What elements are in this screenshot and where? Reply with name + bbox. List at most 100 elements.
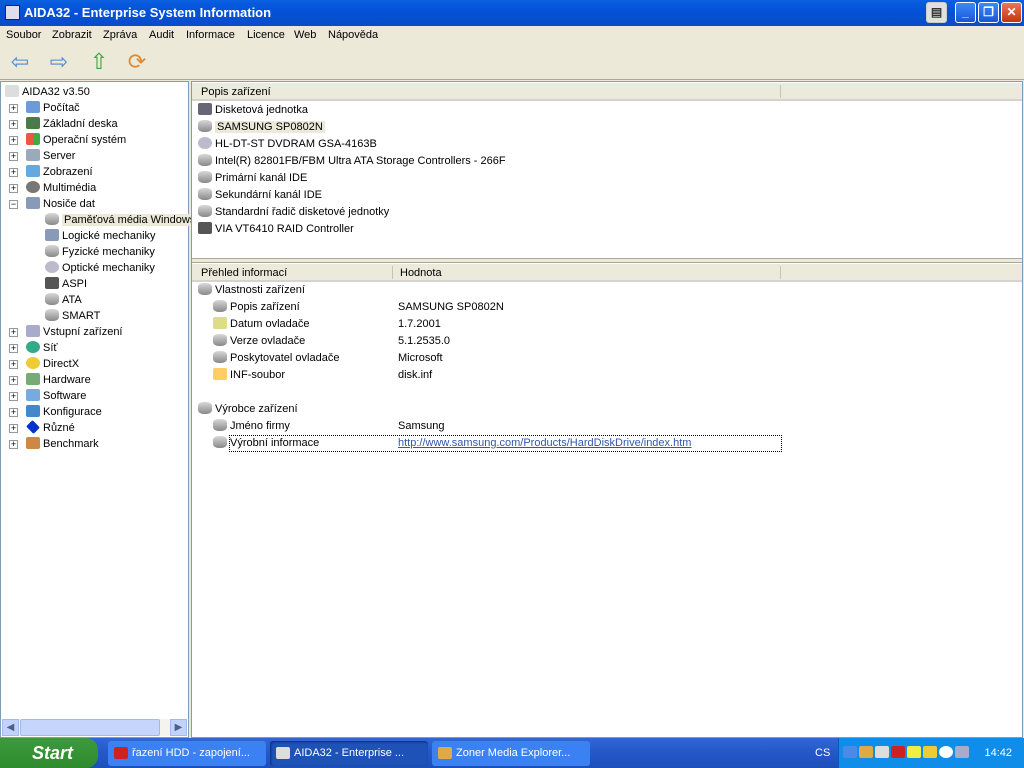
expand-button[interactable]: + [9,136,18,145]
tree-root[interactable]: AIDA32 v3.50 [5,84,90,100]
details-row[interactable]: Datum ovladače [213,316,310,333]
menu-1[interactable]: Zobrazit [52,29,92,41]
device-label: SAMSUNG SP0802N [215,121,325,133]
taskbar-button[interactable]: Zoner Media Explorer... [432,741,590,766]
language-indicator[interactable]: CS [815,747,830,759]
forward-arrow-icon[interactable]: ⇨ [45,51,73,75]
collapse-button[interactable]: − [9,200,18,209]
device-list-item[interactable]: Intel(R) 82801FB/FBM Ultra ATA Storage C… [198,153,506,170]
tree-item[interactable]: DirectX [26,356,79,372]
chevron-icon[interactable] [843,746,857,758]
up-arrow-icon[interactable]: ⇧ [85,51,113,75]
expand-button[interactable]: + [9,152,18,161]
back-arrow-icon[interactable]: ⇦ [6,51,34,75]
diamond-icon [26,420,40,434]
tree-item[interactable]: Vstupní zařízení [26,324,123,340]
tree-item-label: Benchmark [43,438,99,450]
close-button[interactable]: ✕ [1001,2,1022,23]
menu-6[interactable]: Web [294,29,316,41]
device-label: Standardní řadič disketové jednotky [215,206,390,218]
tree-item[interactable]: Konfigurace [26,404,102,420]
details-group[interactable]: Výrobce zařízení [198,401,298,418]
tree-item[interactable]: Hardware [26,372,91,388]
expand-button[interactable]: + [9,184,18,193]
device-list-item[interactable]: Standardní řadič disketové jednotky [198,204,389,221]
xsearch-icon[interactable] [907,746,921,758]
navigation-tree: AIDA32 v3.50 + Počítač + Základní deska + Oper… [0,81,198,738]
tree-item[interactable]: Základní deska [26,116,118,132]
details-row[interactable]: Poskytovatel ovladače [213,350,339,367]
network-icon[interactable] [939,746,953,758]
details-row[interactable]: INF-soubor [213,367,285,384]
details-row[interactable]: Popis zařízení [213,299,300,316]
details-row[interactable]: Verze ovladače [213,333,305,350]
scroll-right-button[interactable]: ▶ [170,719,187,736]
taskbar-button[interactable]: řazení HDD - zapojení... [108,741,266,766]
menu-0[interactable]: Soubor [6,29,41,41]
tree-item[interactable]: Různé [26,420,75,436]
start-button[interactable]: Start [0,738,98,768]
manufacturer-link[interactable]: http://www.samsung.com/Products/HardDisk… [398,435,691,452]
expand-button[interactable]: + [9,408,18,417]
expand-button[interactable]: + [9,344,18,353]
tree-item[interactable]: ASPI [45,276,87,292]
maximize-button[interactable]: ❐ [978,2,999,23]
tree-item[interactable]: Optické mechaniky [45,260,155,276]
column-header-device[interactable]: Popis zařízení [201,86,271,98]
tree-item[interactable]: Server [26,148,75,164]
device-list-item[interactable]: Disketová jednotka [198,102,308,119]
expand-button[interactable]: + [9,424,18,433]
column-header-field[interactable]: Přehled informací [201,267,287,279]
details-row[interactable]: Jméno firmy [213,418,290,435]
device-list-item[interactable]: Primární kanál IDE [198,170,307,187]
tree-item[interactable]: Fyzické mechaniky [45,244,155,260]
device-list-item[interactable]: Sekundární kanál IDE [198,187,322,204]
tree-item-label: DirectX [43,358,80,370]
tree-item-label: Konfigurace [43,406,102,418]
expand-button[interactable]: + [9,104,18,113]
tree-item[interactable]: Operační systém [26,132,126,148]
tree-item[interactable]: Počítač [26,100,80,116]
expand-button[interactable]: + [9,392,18,401]
tree-item[interactable]: Nosiče dat [26,196,95,212]
device-list-item[interactable]: HL-DT-ST DVDRAM GSA-4163B [198,136,377,153]
tree-item[interactable]: Logické mechaniky [45,228,156,244]
notes-icon[interactable] [923,746,937,758]
scroll-thumb[interactable] [20,719,160,736]
panel-splitter[interactable] [192,258,1022,263]
device-list-item[interactable]: SAMSUNG SP0802N [198,119,325,136]
tree-item[interactable]: Multimédia [26,180,96,196]
expand-button[interactable]: + [9,168,18,177]
expand-button[interactable]: + [9,440,18,449]
expand-button[interactable]: + [9,328,18,337]
tree-item[interactable]: Benchmark [26,436,99,452]
refresh-icon[interactable]: ⟳ [123,51,151,75]
menu-7[interactable]: Nápověda [328,29,378,41]
column-header-value[interactable]: Hodnota [400,267,442,279]
tree-item[interactable]: Paměťová média Windows [45,212,198,228]
device-list-item[interactable]: VIA VT6410 RAID Controller [198,221,354,238]
tree-item[interactable]: Zobrazení [26,164,93,180]
aida-icon[interactable] [859,746,873,758]
scroll-left-button[interactable]: ◀ [2,719,19,736]
menu-5[interactable]: Licence [247,29,285,41]
tree-item-label: Fyzické mechaniky [62,246,155,258]
expand-button[interactable]: + [9,360,18,369]
info-icon[interactable] [955,746,969,758]
expand-button[interactable]: + [9,376,18,385]
details-group[interactable]: Vlastnosti zařízení [198,282,305,299]
tree-item[interactable]: SMART [45,308,100,324]
menu-3[interactable]: Audit [149,29,174,41]
opera-icon[interactable] [891,746,905,758]
tree-item[interactable]: Síť [26,340,58,356]
menu-4[interactable]: Informace [186,29,235,41]
tree-horizontal-scrollbar[interactable]: ◀ ▶ [2,719,187,736]
expand-button[interactable]: + [9,120,18,129]
aida-icon[interactable] [875,746,889,758]
tree-item[interactable]: ATA [45,292,82,308]
tree-item[interactable]: Software [26,388,86,404]
menu-2[interactable]: Zpráva [103,29,137,41]
system-menu-button[interactable]: ▤ [926,2,947,23]
taskbar-button[interactable]: AIDA32 - Enterprise ... [270,741,428,766]
minimize-button[interactable]: _ [955,2,976,23]
